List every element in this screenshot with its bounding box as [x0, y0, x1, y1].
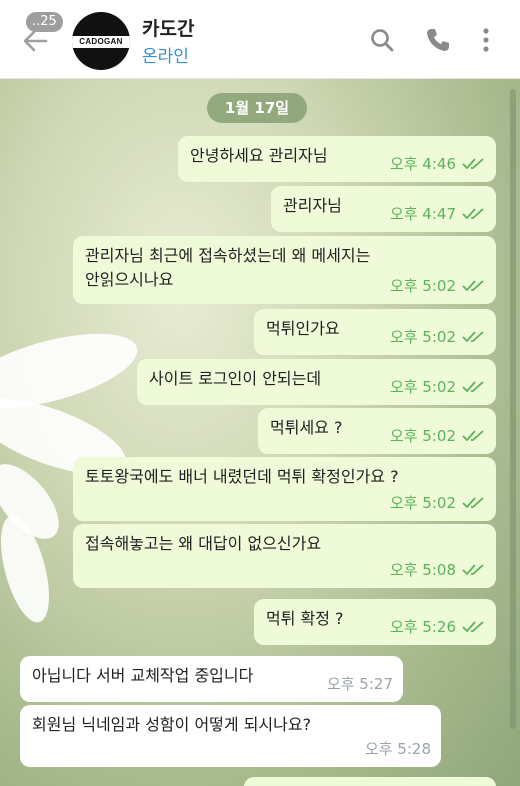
- message-time: 오후 5:28: [364, 740, 431, 758]
- search-icon[interactable]: [368, 26, 396, 54]
- message-bubble[interactable]: 토토왕국에도 배너 내렸던데 먹튀 확정인가요 ? 오후 5:02: [73, 457, 496, 521]
- message-bubble[interactable]: 먹튀세요 ? 오후 5:02: [258, 408, 496, 454]
- chat-header: ..25 CADOGAN 카도간 온라인: [0, 0, 520, 79]
- message-text: 먹튀인가요: [266, 319, 340, 338]
- message-time: 오후 5:02: [389, 378, 456, 396]
- online-status: 온라인: [142, 47, 189, 67]
- avatar[interactable]: CADOGAN: [72, 12, 130, 70]
- message-time: 오후 5:02: [389, 494, 456, 512]
- avatar-logo-text: CADOGAN: [72, 36, 130, 48]
- date-separator: 1월 17일: [207, 93, 307, 123]
- chat-area[interactable]: 1월 17일 안녕하세요 관리자님 오후 4:46 관리자님 오후 4:47 관…: [0, 79, 520, 786]
- double-check-icon: [462, 564, 484, 576]
- more-vertical-icon[interactable]: [472, 26, 500, 54]
- message-text: 사이트 로그인이 안되는데: [149, 369, 322, 388]
- message-meta: 오후 5:27: [327, 672, 393, 696]
- message-text: 먹튀세요 ?: [270, 418, 343, 437]
- message-meta: 오후 5:02: [390, 274, 486, 298]
- double-check-icon: [462, 280, 484, 292]
- chat-title[interactable]: 카도간: [142, 14, 194, 41]
- double-check-icon: [462, 331, 484, 343]
- message-time: 오후 4:47: [389, 205, 456, 223]
- message-bubble[interactable]: 먹튀인가요 오후 5:02: [254, 309, 496, 355]
- double-check-icon: [462, 497, 484, 509]
- message-bubble[interactable]: [244, 777, 496, 786]
- message-time: 오후 5:02: [389, 427, 456, 445]
- message-meta: 오후 4:47: [390, 202, 486, 226]
- message-meta: 오후 5:02: [390, 375, 486, 399]
- double-check-icon: [462, 158, 484, 170]
- message-text: 먹튀 확정 ?: [266, 609, 344, 628]
- message-meta: 오후 4:46: [390, 152, 486, 176]
- double-check-icon: [462, 430, 484, 442]
- message-meta: 오후 5:26: [390, 615, 486, 639]
- message-text: 관리자님 최근에 접속하셨는데 왜 메세지는 안읽으시나요: [85, 246, 371, 289]
- message-time: 오후 5:27: [326, 675, 393, 693]
- double-check-icon: [462, 621, 484, 633]
- message-bubble[interactable]: 먹튀 확정 ? 오후 5:26: [254, 599, 496, 645]
- message-meta: 오후 5:08: [390, 558, 486, 582]
- message-bubble[interactable]: 아닙니다 서버 교체작업 중입니다 오후 5:27: [20, 656, 403, 702]
- phone-icon[interactable]: [424, 26, 452, 54]
- unread-count-badge: ..25: [26, 12, 63, 32]
- message-text: 아닙니다 서버 교체작업 중입니다: [32, 666, 254, 685]
- message-text: 관리자님: [283, 196, 342, 215]
- message-bubble[interactable]: 회원님 닉네임과 성함이 어떻게 되시나요? 오후 5:28: [20, 705, 441, 767]
- message-bubble[interactable]: 관리자님 최근에 접속하셨는데 왜 메세지는 안읽으시나요 오후 5:02: [73, 236, 496, 304]
- message-meta: 오후 5:02: [390, 325, 486, 349]
- message-bubble[interactable]: 안녕하세요 관리자님 오후 4:46: [178, 136, 496, 182]
- message-bubble[interactable]: 접속해놓고는 왜 대답이 없으신가요 오후 5:08: [73, 524, 496, 588]
- message-text: 회원님 닉네임과 성함이 어떻게 되시나요?: [32, 715, 312, 734]
- message-meta: 오후 5:02: [390, 424, 486, 448]
- message-time: 오후 5:02: [389, 277, 456, 295]
- scrollbar[interactable]: [510, 89, 516, 729]
- message-time: 오후 5:08: [389, 561, 456, 579]
- message-time: 오후 4:46: [389, 155, 456, 173]
- message-meta: 오후 5:02: [390, 491, 486, 515]
- double-check-icon: [462, 208, 484, 220]
- message-text: 토토왕국에도 배너 내렸던데 먹튀 확정인가요 ?: [85, 467, 399, 486]
- message-meta: 오후 5:28: [365, 737, 431, 761]
- message-time: 오후 5:26: [389, 618, 456, 636]
- message-bubble[interactable]: 사이트 로그인이 안되는데 오후 5:02: [137, 359, 496, 405]
- message-text: 접속해놓고는 왜 대답이 없으신가요: [85, 534, 322, 553]
- message-text: 안녕하세요 관리자님: [190, 146, 328, 165]
- message-time: 오후 5:02: [389, 328, 456, 346]
- message-bubble[interactable]: 관리자님 오후 4:47: [271, 186, 496, 232]
- double-check-icon: [462, 381, 484, 393]
